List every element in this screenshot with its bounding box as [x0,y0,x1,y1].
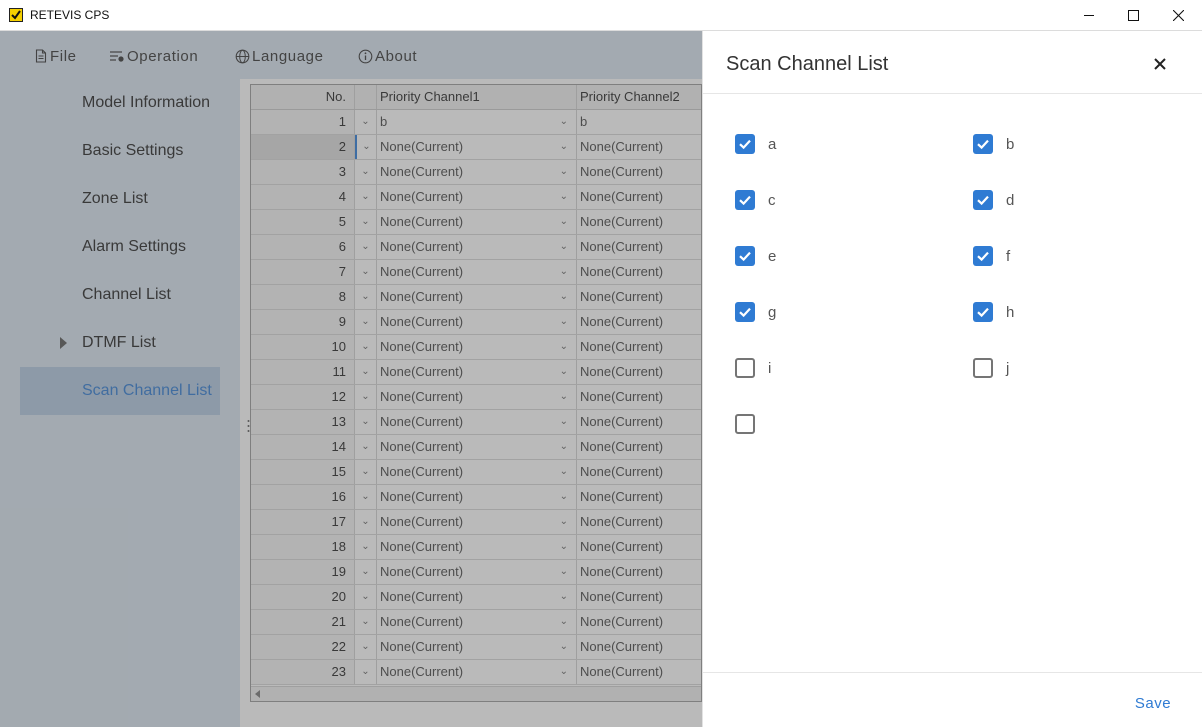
channel-checkbox-item[interactable]: d [973,188,1014,212]
check-icon [977,307,989,318]
channel-checkbox[interactable] [735,246,755,266]
channel-checkbox-label: c [768,191,776,209]
drawer-close-button[interactable] [1151,55,1169,73]
channel-checkbox[interactable] [735,414,755,434]
check-icon [739,139,751,150]
channel-checkbox[interactable] [973,246,993,266]
drawer-header-divider [703,93,1202,94]
channel-checkbox-label: a [768,135,777,153]
save-button[interactable]: Save [1123,691,1183,715]
channel-checkbox[interactable] [973,134,993,154]
channel-checkbox-label: i [768,359,772,377]
title-bar: RETEVIS CPS [0,0,1202,31]
check-icon [977,251,989,262]
maximize-button[interactable] [1110,0,1156,30]
channel-checkbox-item[interactable]: e [735,244,776,268]
channel-checkbox-item[interactable]: b [973,132,1014,156]
close-icon [1154,58,1166,70]
check-icon [977,195,989,206]
channel-checkbox-item[interactable]: h [973,300,1014,324]
channel-checkbox-item[interactable]: c [735,188,776,212]
window-title: RETEVIS CPS [30,8,110,22]
channel-checkbox[interactable] [973,190,993,210]
channel-checkbox[interactable] [735,134,755,154]
channel-checkbox-item[interactable]: g [735,300,776,324]
channel-checkbox-item[interactable]: a [735,132,776,156]
scan-channel-drawer: Scan Channel List a b c d e f g h i j Save [702,31,1202,727]
app-logo-icon [9,8,23,22]
channel-checkbox-label: g [768,303,777,321]
minimize-icon [1083,14,1094,16]
channel-checkbox-item[interactable]: j [973,356,1009,380]
channel-checkbox[interactable] [735,190,755,210]
window-close-button[interactable] [1155,0,1201,30]
check-icon [977,139,989,150]
check-icon [739,251,751,262]
channel-checkbox-item[interactable] [735,412,768,436]
channel-checkbox[interactable] [973,302,993,322]
minimize-button[interactable] [1066,0,1112,30]
check-icon [739,195,751,206]
channel-checkbox-item[interactable]: i [735,356,771,380]
maximize-icon [1127,9,1139,21]
channel-checkbox-label: f [1006,247,1011,265]
channel-checkbox[interactable] [735,358,755,378]
channel-checkbox-item[interactable]: f [973,244,1010,268]
drawer-footer-divider [703,672,1202,673]
channel-checkbox-label: b [1006,135,1015,153]
channel-checkbox-label: h [1006,303,1015,321]
drawer-title: Scan Channel List [726,53,889,75]
channel-checkbox-label: j [1006,359,1010,377]
check-icon [739,307,751,318]
channel-checkbox-label: e [768,247,777,265]
modal-overlay[interactable] [0,31,702,727]
channel-checkbox[interactable] [735,302,755,322]
channel-checkbox[interactable] [973,358,993,378]
channel-checkbox-label: d [1006,191,1015,209]
close-icon [1172,9,1184,21]
